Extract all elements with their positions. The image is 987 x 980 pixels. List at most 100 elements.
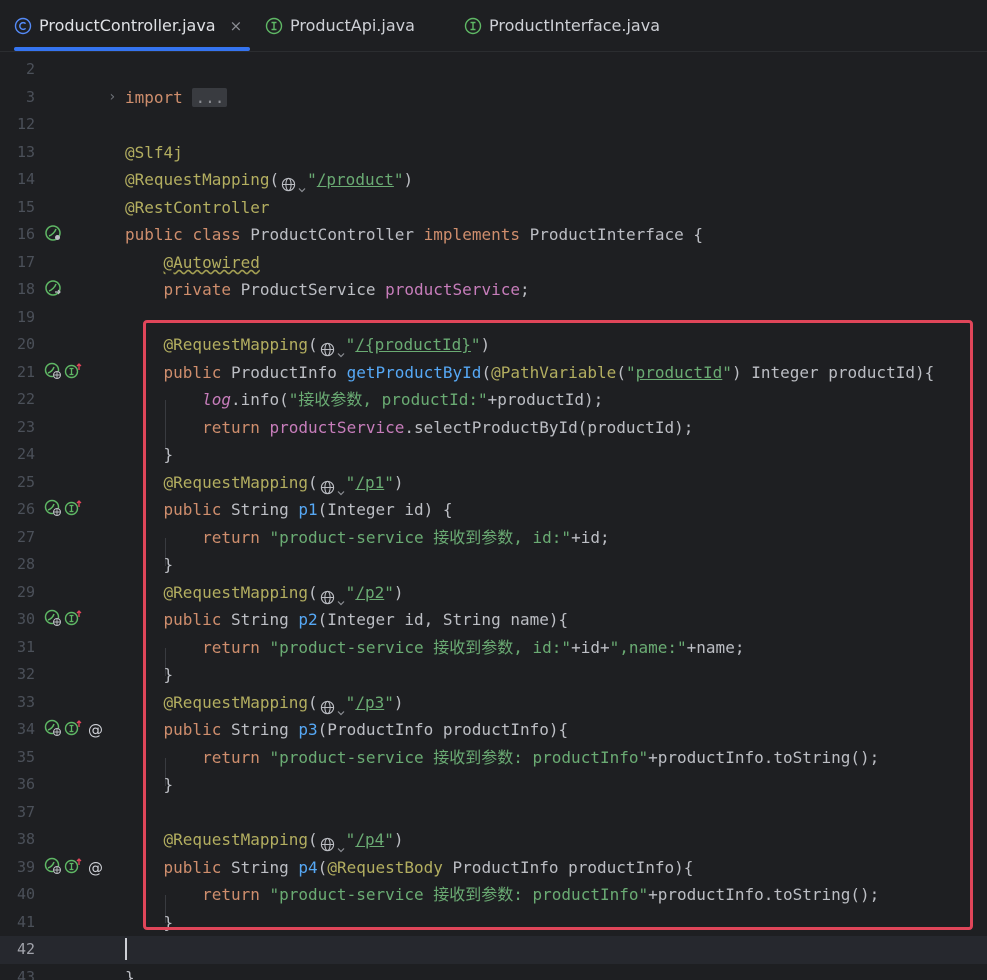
url-path[interactable]: /p1 (355, 473, 384, 492)
code-line: 20 @RequestMapping("/{productId}") (0, 331, 987, 359)
line-number: 27 (16, 528, 35, 546)
string-literal: "product-service 接收到参数: productInfo" (269, 885, 649, 904)
chevron-down-icon[interactable] (336, 699, 346, 715)
globe-icon[interactable] (320, 586, 335, 605)
gutter-icons (44, 225, 62, 245)
code-token: " (345, 583, 356, 602)
chevron-down-icon[interactable] (336, 479, 346, 495)
implements-method-icon[interactable] (64, 719, 82, 741)
tab-product-interface[interactable]: ProductInterface.java (464, 0, 660, 51)
globe-icon[interactable] (320, 476, 335, 495)
code-token: .selectProductById(productId); (404, 418, 694, 437)
type-name: ProductService (240, 280, 376, 299)
code-token: } (163, 555, 174, 574)
annotation: @RestController (125, 198, 270, 217)
path-variable[interactable]: productId (636, 363, 723, 382)
line-number: 39 (16, 858, 35, 876)
globe-icon[interactable] (320, 338, 335, 357)
web-endpoint-icon[interactable] (44, 362, 62, 384)
code-line: 36 } (0, 771, 987, 799)
code-token: +name; (686, 638, 745, 657)
chevron-down-icon[interactable] (297, 176, 307, 192)
code-editor[interactable]: 2 3 › import ... 12 13 @Slf4j 14 @Reques… (0, 52, 987, 980)
tab-product-controller[interactable]: ProductController.java × (14, 0, 250, 51)
code-line: 12 (0, 111, 987, 139)
method-name: p1 (298, 500, 318, 519)
interface-icon (265, 17, 283, 35)
line-number: 14 (16, 170, 35, 188)
code-line: 3 › import ... (0, 84, 987, 112)
annotation: @RequestBody (327, 858, 443, 877)
web-endpoint-icon[interactable] (44, 609, 62, 631)
method-name: p2 (298, 610, 318, 629)
code-token: ) (480, 335, 491, 354)
fold-expand-icon[interactable]: › (108, 84, 116, 112)
gutter-icons: @ (44, 857, 103, 879)
implements-method-icon[interactable] (64, 362, 82, 384)
editor-tab-bar: ProductController.java × ProductApi.java… (0, 0, 987, 52)
web-endpoint-icon[interactable] (44, 857, 62, 879)
interface-icon (464, 17, 482, 35)
gutter-icons (44, 499, 82, 521)
annotation: @RequestMapping (163, 473, 309, 492)
line-number: 32 (16, 665, 35, 683)
folded-imports[interactable]: ... (192, 88, 228, 107)
code-line: 35 return "product-service 接收到参数: produc… (0, 744, 987, 772)
chevron-down-icon[interactable] (336, 836, 346, 852)
close-icon[interactable]: × (230, 17, 243, 35)
line-number: 25 (16, 473, 35, 491)
gutter-icons (44, 362, 82, 384)
line-number: 41 (16, 913, 35, 931)
type-name: String (230, 858, 289, 877)
gutter-icons (44, 280, 62, 300)
line-number: 36 (16, 775, 35, 793)
gutter-icons: @ (44, 719, 103, 741)
url-path[interactable]: /p2 (355, 583, 384, 602)
current-code-line[interactable]: 42 (0, 936, 987, 964)
chevron-down-icon[interactable] (336, 341, 346, 357)
field-name: productService (385, 280, 520, 299)
chevron-down-icon[interactable] (336, 589, 346, 605)
at-sign-icon[interactable]: @ (88, 721, 103, 739)
url-path[interactable]: /p4 (355, 830, 384, 849)
url-path[interactable]: /p3 (355, 693, 384, 712)
code-line: 18 private ProductService productService… (0, 276, 987, 304)
web-endpoint-icon[interactable] (44, 719, 62, 741)
code-line: 43 } (0, 964, 987, 980)
keyword: import (125, 88, 183, 107)
code-line: 2 (0, 56, 987, 84)
code-token: +productId); (487, 390, 604, 409)
code-line: 22 log.info("接收参数, productId:"+productId… (0, 386, 987, 414)
code-line: 34 @ public String p3(ProductInfo produc… (0, 716, 987, 744)
globe-icon[interactable] (281, 173, 296, 192)
url-path[interactable]: /{productId} (355, 335, 471, 354)
at-sign-icon[interactable]: @ (88, 859, 103, 877)
field-name: log (202, 390, 231, 409)
code-token: ( (269, 170, 280, 189)
implements-method-icon[interactable] (64, 857, 82, 879)
code-token: } (163, 665, 174, 684)
keyword: class (192, 225, 241, 244)
web-endpoint-icon[interactable] (44, 499, 62, 521)
code-line: 33 @RequestMapping("/p3") (0, 689, 987, 717)
keyword: public (163, 500, 222, 519)
implements-method-icon[interactable] (64, 609, 82, 631)
code-line: 29 @RequestMapping("/p2") (0, 579, 987, 607)
keyword: private (163, 280, 231, 299)
line-number: 35 (16, 748, 35, 766)
implements-method-icon[interactable] (64, 499, 82, 521)
tab-product-api[interactable]: ProductApi.java (265, 0, 415, 51)
line-number: 24 (16, 445, 35, 463)
line-number: 23 (16, 418, 35, 436)
line-number: 34 (16, 720, 35, 738)
code-token: " (625, 363, 636, 382)
code-line: 28 } (0, 551, 987, 579)
url-path[interactable]: /product (317, 170, 394, 189)
globe-icon[interactable] (320, 833, 335, 852)
code-token: " (345, 830, 356, 849)
autowired-bean-icon[interactable] (44, 279, 62, 301)
code-token: ) (393, 830, 404, 849)
globe-icon[interactable] (320, 696, 335, 715)
spring-bean-icon[interactable] (44, 224, 62, 246)
type-name: ProductInfo (230, 363, 337, 382)
